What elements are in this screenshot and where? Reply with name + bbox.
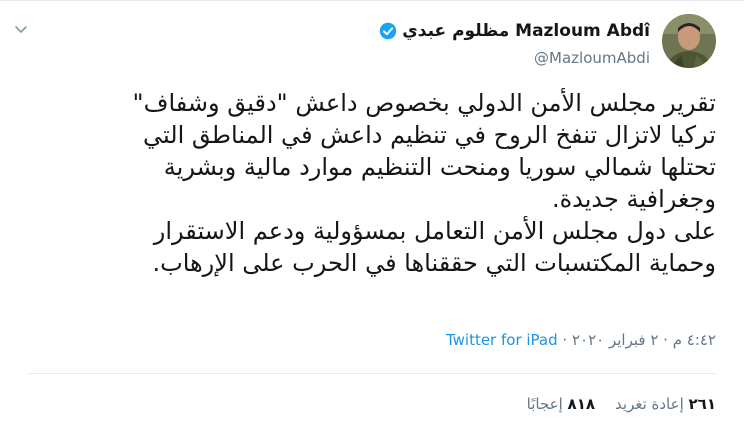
tweet-text: تقرير مجلس الأمن الدولي بخصوص داعش "دقيق… <box>26 87 716 279</box>
tweet-text-line: وجغرافية جديدة. <box>551 185 716 213</box>
user-handle[interactable]: @MazloumAbdi <box>534 49 650 67</box>
retweets-count: ٢٦١ <box>688 395 716 413</box>
verified-badge-icon <box>379 22 397 40</box>
author-name-row[interactable]: مظلوم عبدي Mazloum Abdî <box>379 21 650 41</box>
tweet-text-line: تحتلها شمالي سوريا ومنحت التنظيم موارد م… <box>163 153 716 181</box>
tweet-stats: ٢٦١ إعادة تغريد ٨١٨ إعجابًا <box>507 395 716 413</box>
tweet-source-link[interactable]: Twitter for iPad <box>446 331 558 349</box>
display-name: مظلوم عبدي Mazloum Abdî <box>402 21 650 41</box>
tweet-text-line: تركيا لاتزال تنفخ الروح في تنظيم داعش في… <box>143 121 716 149</box>
tweet-text-line: تقرير مجلس الأمن الدولي بخصوص داعش "دقيق… <box>132 89 716 117</box>
likes-stat[interactable]: ٨١٨ إعجابًا <box>527 395 595 413</box>
divider <box>28 373 716 374</box>
chevron-down-icon[interactable] <box>14 23 28 37</box>
likes-label: إعجابًا <box>526 395 563 413</box>
tweet-metadata: ٤:٤٢ م · ٢ فبراير ٢٠٢٠ · Twitter for iPa… <box>446 331 716 349</box>
tweet-timestamp[interactable]: ٤:٤٢ م · ٢ فبراير ٢٠٢٠ · <box>562 331 716 349</box>
likes-count: ٨١٨ <box>567 395 596 413</box>
tweet-text-line: وحماية المكتسبات التي حققناها في الحرب ع… <box>152 249 716 277</box>
retweets-stat[interactable]: ٢٦١ إعادة تغريد <box>615 395 716 413</box>
tweet-card: مظلوم عبدي Mazloum Abdî @MazloumAbdi تقر… <box>0 0 744 437</box>
retweets-label: إعادة تغريد <box>615 395 684 413</box>
avatar[interactable] <box>662 14 716 68</box>
tweet-text-line: على دول مجلس الأمن التعامل بمسؤولية ودعم… <box>153 217 716 245</box>
